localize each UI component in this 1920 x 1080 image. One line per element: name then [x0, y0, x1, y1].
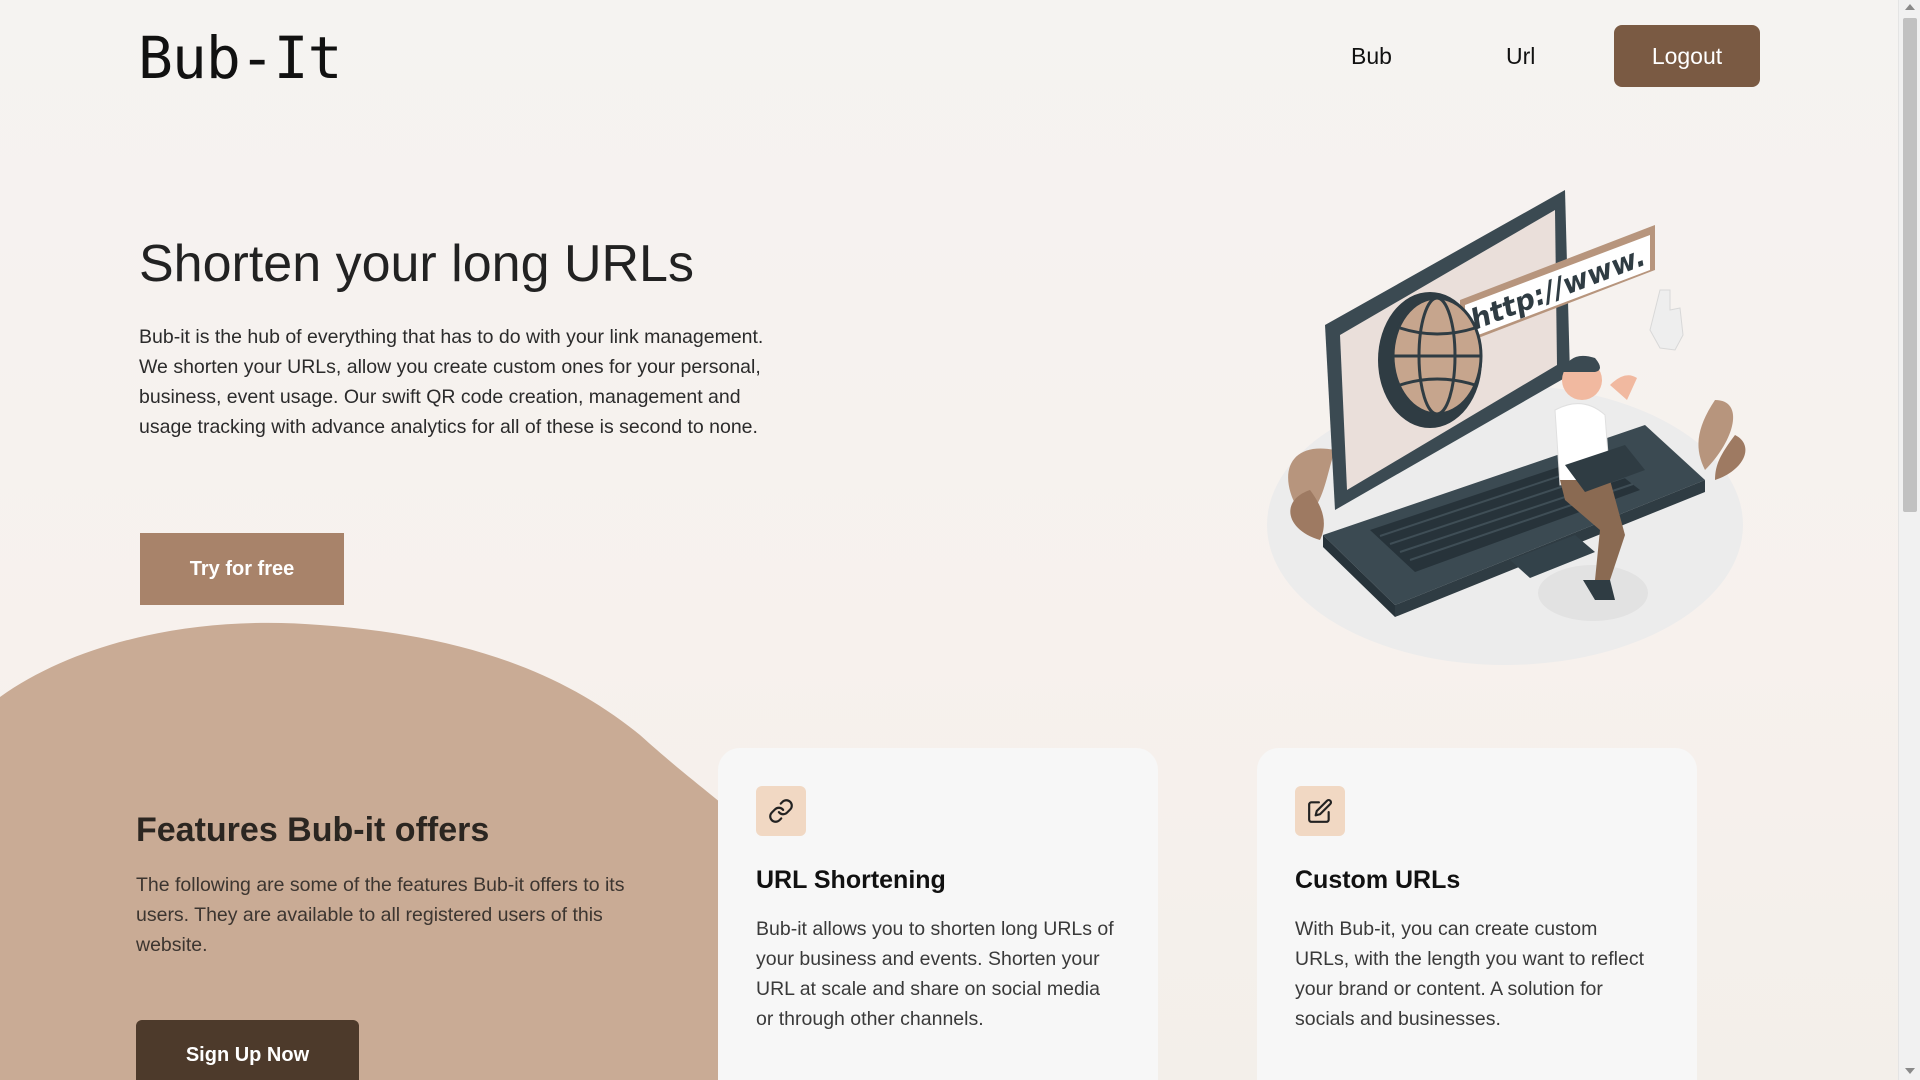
link-icon — [756, 786, 806, 836]
scroll-down-arrow-icon[interactable] — [1905, 1068, 1915, 1074]
scroll-up-arrow-icon[interactable] — [1905, 4, 1915, 10]
card-text: With Bub-it, you can create custom URLs,… — [1295, 918, 1645, 1030]
scrollbar-thumb[interactable] — [1903, 18, 1917, 512]
laptop-illustration: http://www. — [1267, 190, 1746, 665]
card-text: Bub-it allows you to shorten long URLs o… — [756, 918, 1114, 1030]
features-title: Features Bub-it offers — [136, 811, 490, 849]
hero-description: Bub-it is the hub of everything that has… — [139, 326, 764, 438]
features-description: The following are some of the features B… — [136, 874, 625, 956]
card-title: URL Shortening — [756, 866, 946, 894]
landing-page: Bub-It Bub Url Logout Shorten your long … — [0, 0, 1898, 1080]
logo[interactable]: Bub-It — [138, 28, 343, 88]
nav-link-bub[interactable]: Bub — [1351, 40, 1392, 72]
logout-button[interactable]: Logout — [1614, 25, 1760, 87]
nav-link-url[interactable]: Url — [1506, 40, 1535, 72]
vertical-scrollbar[interactable] — [1898, 0, 1920, 1080]
feature-card-custom-urls: Custom URLs With Bub-it, you can create … — [1257, 748, 1697, 1080]
feature-card-url-shortening: URL Shortening Bub-it allows you to shor… — [718, 748, 1158, 1080]
card-title: Custom URLs — [1295, 866, 1461, 894]
hero-title: Shorten your long URLs — [139, 235, 694, 293]
edit-icon — [1295, 786, 1345, 836]
sign-up-now-button[interactable]: Sign Up Now — [136, 1020, 359, 1080]
try-for-free-button[interactable]: Try for free — [140, 533, 344, 605]
